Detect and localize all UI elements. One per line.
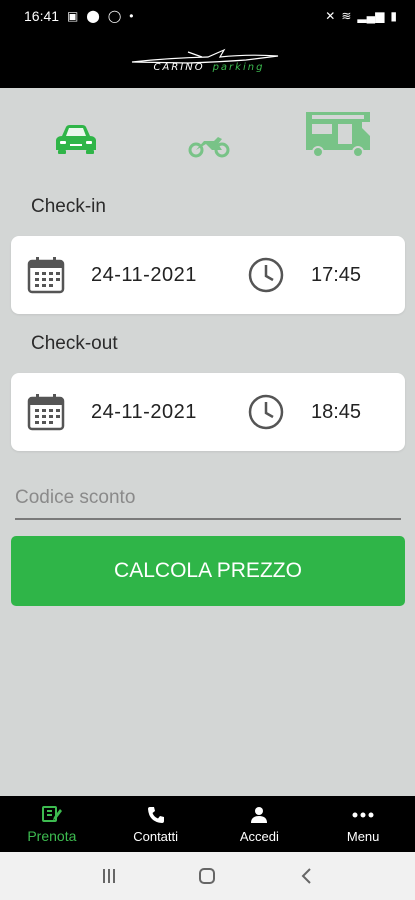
recents-button[interactable] [89,861,129,891]
gallery-icon: ▣ [67,9,79,23]
vehicle-selector [0,108,415,172]
nav-label: Menu [346,828,380,844]
location-icon: ⬤ [86,9,100,23]
nav-label: Prenota [27,828,77,844]
vehicle-camper-button[interactable] [304,110,372,163]
checkout-label: Check-out [31,333,118,354]
wifi-icon: ≋ [341,9,352,23]
home-button[interactable] [187,861,227,891]
motorcycle-icon [188,137,230,158]
mute-icon: ✕ [325,9,336,23]
status-time: 16:41 [24,8,60,24]
plane-logo-icon [131,48,278,64]
back-button[interactable] [286,861,326,891]
circle-icon: ◯ [107,9,122,23]
nav-accedi[interactable]: Accedi [208,796,312,852]
calendar-icon[interactable] [27,256,65,299]
system-nav-bar [0,852,415,900]
app-logo: CARINO parking [128,40,288,80]
discount-code-input[interactable] [15,470,401,520]
camper-icon [306,112,370,158]
checkin-card[interactable]: 24-11-2021 17:45 [11,236,405,314]
edit-icon [41,804,62,824]
signal-icon: ▂▄▆ [357,9,385,23]
user-icon [250,805,268,825]
nav-label: Contatti [133,828,179,844]
nav-label: Accedi [239,828,279,844]
logo-brand: CARINO [153,62,205,73]
home-icon [199,868,216,884]
checkout-time[interactable]: 18:45 [311,401,361,424]
status-bar: 16:41 ▣ ⬤ ◯ • ✕ ≋ ▂▄▆ ▮ [0,0,415,32]
checkin-date[interactable]: 24-11-2021 [91,264,197,287]
phone-icon [147,805,165,825]
vehicle-moto-button[interactable] [188,134,230,163]
checkin-label: Check-in [31,196,106,217]
nav-contatti[interactable]: Contatti [104,796,208,852]
app-header: CARINO parking [0,32,415,88]
back-icon [301,868,311,884]
logo-sub: parking [212,62,265,73]
bottom-nav: Prenota Contatti Accedi Menu [0,796,415,852]
clock-icon[interactable] [247,256,285,299]
recents-icon [103,869,116,883]
car-icon [56,125,96,154]
calendar-icon[interactable] [27,393,65,436]
nav-menu[interactable]: Menu [311,796,415,852]
dot-icon: • [129,9,134,23]
checkin-time[interactable]: 17:45 [311,264,361,287]
checkout-date[interactable]: 24-11-2021 [91,401,197,424]
booking-screen: Check-in 24-11-2021 17:45 Check-out 24-1… [0,88,415,796]
checkout-card[interactable]: 24-11-2021 18:45 [11,373,405,451]
logo-text: CARINO parking [154,62,265,73]
nav-prenota[interactable]: Prenota [0,796,104,852]
vehicle-car-button[interactable] [54,124,98,159]
calculate-price-button[interactable]: CALCOLA PREZZO [11,536,405,606]
clock-icon[interactable] [247,393,285,436]
more-icon [352,805,374,825]
battery-icon: ▮ [390,9,397,23]
